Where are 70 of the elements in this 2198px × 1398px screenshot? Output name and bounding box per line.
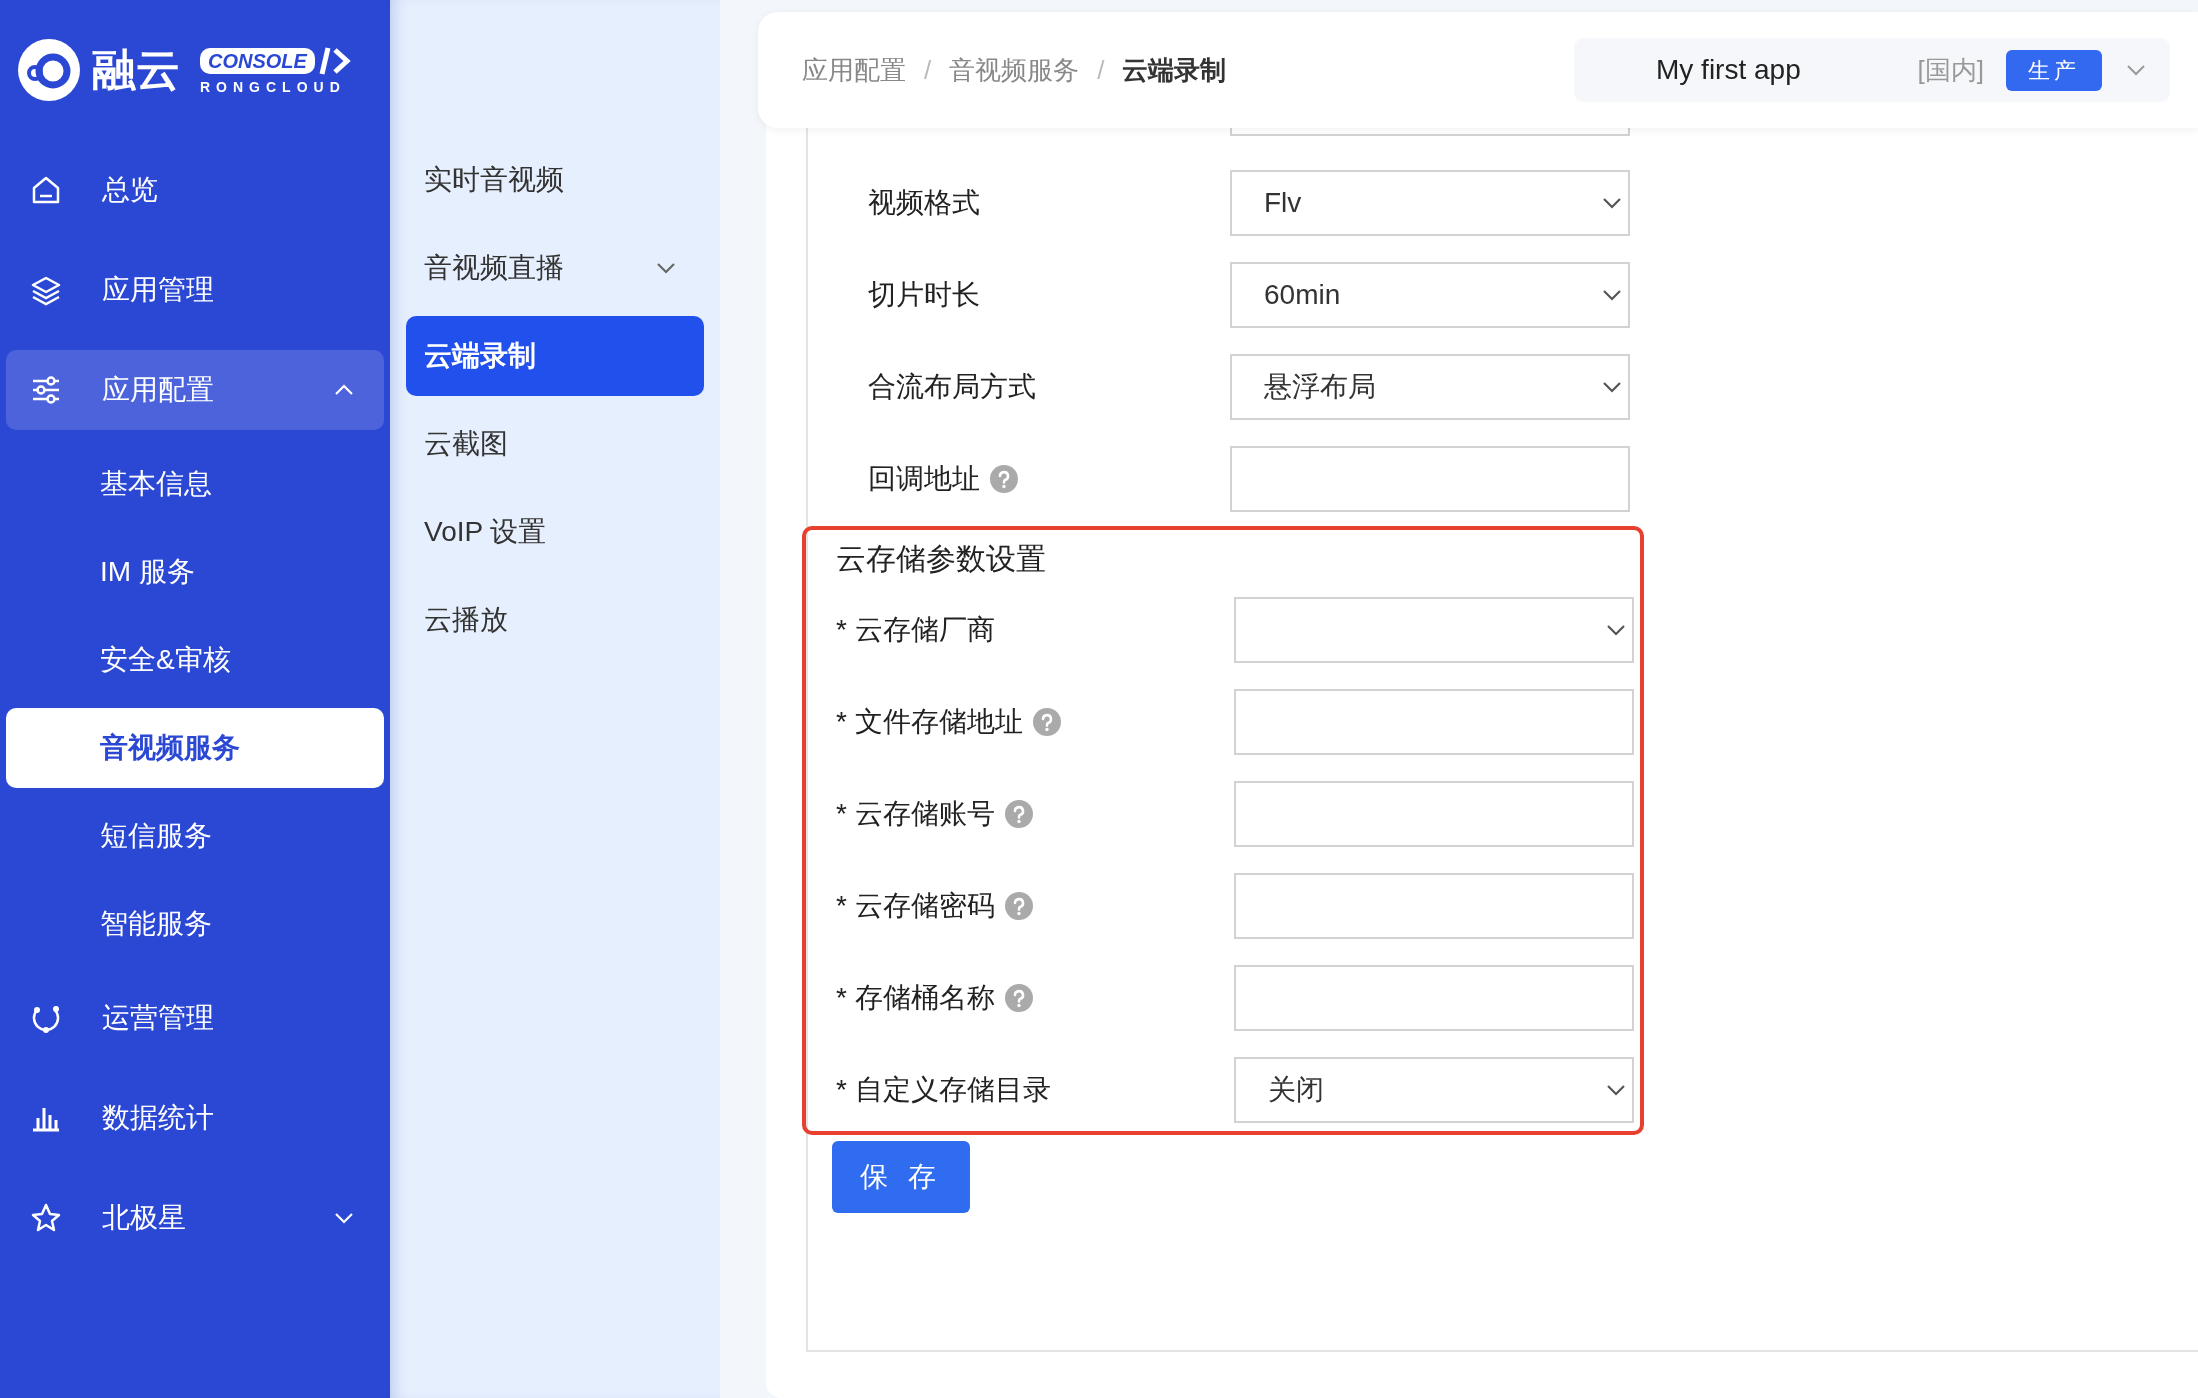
nav-subitem[interactable]: IM 服务 — [6, 532, 384, 612]
input-field[interactable] — [1234, 965, 1634, 1031]
submenu-item[interactable]: 云端录制 — [406, 316, 704, 396]
save-button[interactable]: 保 存 — [832, 1141, 970, 1213]
layers-icon — [30, 274, 62, 306]
chevron-down-icon — [1602, 380, 1622, 394]
submenu-item[interactable]: 音视频直播 — [406, 228, 704, 308]
field-label: * 文件存储地址 — [836, 705, 1023, 739]
nav-item[interactable]: 总览 — [6, 140, 384, 240]
logo-text: 融云 — [92, 48, 180, 92]
nav-item[interactable]: 数据统计 — [6, 1068, 384, 1168]
nav-item[interactable]: 应用配置 — [6, 350, 384, 430]
chevron-down-icon — [1602, 288, 1622, 302]
chevron-down-icon — [1602, 196, 1622, 210]
input-field[interactable] — [1230, 446, 1630, 512]
field-label: 回调地址 — [868, 462, 980, 496]
sliders-icon — [30, 374, 62, 406]
chevron-down-icon — [656, 261, 676, 275]
breadcrumb-item: 云端录制 — [1122, 53, 1227, 87]
breadcrumb-separator: / — [1097, 53, 1105, 87]
submenu-item[interactable]: 云截图 — [406, 404, 704, 484]
nav-subitem[interactable]: 短信服务 — [6, 796, 384, 876]
section-title: 云存储参数设置 — [836, 541, 1047, 577]
nav-item[interactable]: 应用管理 — [6, 240, 384, 340]
code-bracket-icon — [318, 46, 353, 76]
field-label: * 云存储厂商 — [836, 613, 995, 647]
nav-item[interactable]: 北极星 — [6, 1168, 384, 1268]
select-field[interactable]: 60min — [1230, 262, 1630, 328]
help-icon[interactable] — [1004, 892, 1033, 920]
field-label: * 云存储密码 — [836, 889, 995, 923]
field-label: 合流布局方式 — [868, 370, 1036, 404]
select-field[interactable]: 关闭 — [1234, 1057, 1634, 1123]
submenu-item[interactable]: 云播放 — [406, 580, 704, 660]
select-field[interactable] — [1234, 597, 1634, 663]
help-icon[interactable] — [1004, 984, 1033, 1012]
nav-subitem[interactable]: 基本信息 — [6, 444, 384, 524]
logo-subtitle: RONGCLOUD — [200, 80, 347, 94]
chevron-down-icon — [334, 1211, 354, 1225]
nav-item[interactable]: 运营管理 — [6, 968, 384, 1068]
help-icon[interactable] — [1032, 708, 1061, 736]
star-icon — [30, 1202, 62, 1234]
input-field[interactable] — [1234, 781, 1634, 847]
submenu-item[interactable]: 实时音视频 — [406, 140, 704, 220]
logo-badge: CONSOLE — [200, 48, 315, 74]
input-field[interactable] — [1234, 689, 1634, 755]
field-label: * 云存储账号 — [836, 797, 995, 831]
submenu-item[interactable]: VoIP 设置 — [406, 492, 704, 572]
nav-subitem[interactable]: 音视频服务 — [6, 708, 384, 788]
nav-subitem[interactable]: 安全&审核 — [6, 620, 384, 700]
help-icon[interactable] — [990, 465, 1018, 493]
chevron-down-icon — [2126, 64, 2146, 76]
chevron-down-icon — [1606, 623, 1626, 637]
field-label: 切片时长 — [868, 278, 980, 312]
breadcrumb-separator: / — [924, 53, 932, 87]
input-field[interactable] — [1234, 873, 1634, 939]
field-label: * 存储桶名称 — [836, 981, 995, 1015]
nav-subitem[interactable]: 智能服务 — [6, 884, 384, 964]
chevron-down-icon — [1606, 1083, 1626, 1097]
chevron-up-icon — [334, 383, 354, 397]
breadcrumb-item[interactable]: 音视频服务 — [949, 50, 1080, 90]
logo-icon — [18, 39, 80, 101]
app-selector[interactable]: My first app [国内] 生产 — [1574, 38, 2170, 102]
home-icon — [30, 174, 62, 206]
select-field[interactable]: 悬浮布局 — [1230, 354, 1630, 420]
field-label: * 自定义存储目录 — [836, 1073, 1051, 1107]
environment-tag: 生产 — [2006, 49, 2102, 91]
select-field[interactable]: Flv — [1230, 170, 1630, 236]
help-icon[interactable] — [1004, 800, 1033, 828]
breadcrumb-item[interactable]: 应用配置 — [802, 50, 906, 90]
field-label: 视频格式 — [868, 186, 980, 220]
